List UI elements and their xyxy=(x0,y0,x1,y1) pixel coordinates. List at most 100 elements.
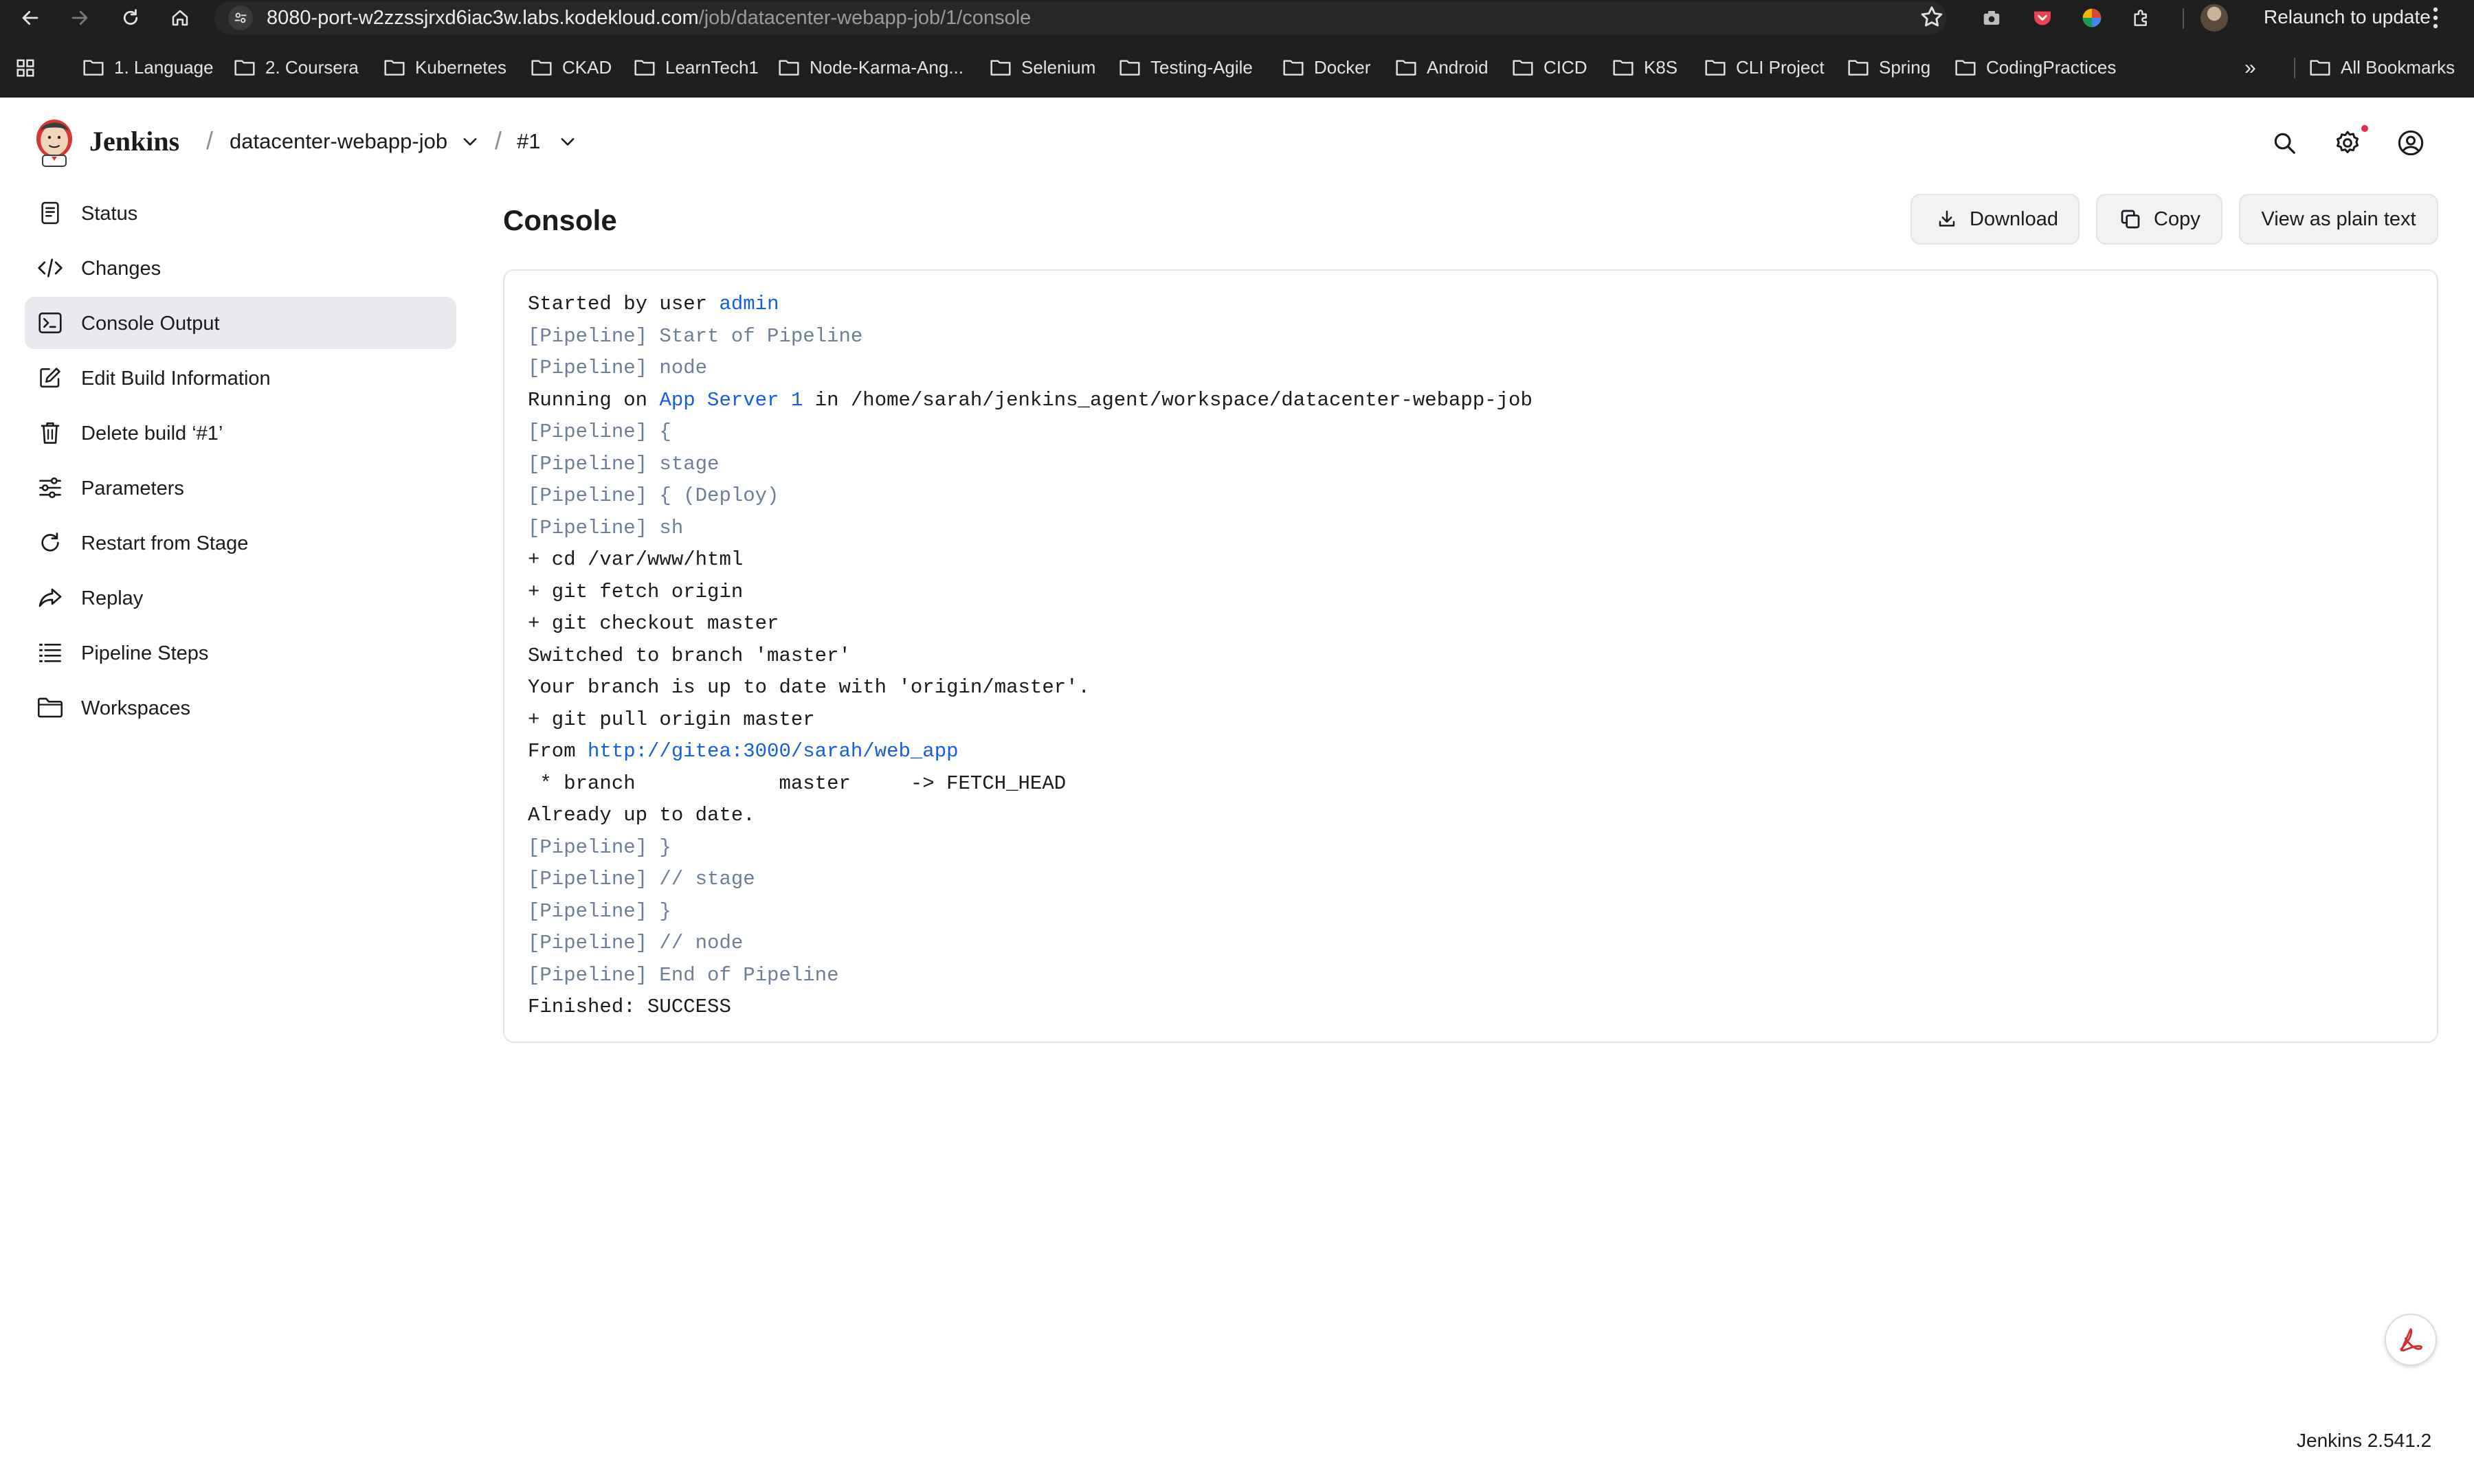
forward-icon[interactable] xyxy=(66,4,93,32)
page-title: Console xyxy=(503,204,617,236)
download-label: Download xyxy=(1970,207,2058,230)
sidebar-item-edit-build-information[interactable]: Edit Build Information xyxy=(25,352,456,404)
console-text: * branch master -> FETCH_HEAD xyxy=(528,772,1067,795)
camera-extension-icon[interactable] xyxy=(1979,5,2004,30)
bookmark-star-icon[interactable] xyxy=(1919,4,1945,30)
console-line: [Pipeline] { (Deploy) xyxy=(528,480,1533,513)
console-pipeline-text: [Pipeline] } xyxy=(528,835,671,859)
url-path: /job/datacenter-webapp-job/1/console xyxy=(698,7,1032,29)
copy-button[interactable]: Copy xyxy=(2096,194,2222,245)
sidebar-item-changes[interactable]: Changes xyxy=(25,242,456,294)
url-text: 8080-port-w2zzssjrxd6iac3w.labs.kodeklou… xyxy=(267,7,1031,29)
bookmark-label: CLI Project xyxy=(1736,56,1825,78)
all-bookmarks-label: All Bookmarks xyxy=(2341,56,2455,78)
sidebar-item-status[interactable]: Status xyxy=(25,187,456,239)
console-line: + git pull origin master xyxy=(528,704,1533,737)
folder-icon xyxy=(384,60,405,76)
search-icon[interactable] xyxy=(2269,128,2299,158)
more-bookmarks-icon[interactable]: » xyxy=(2244,56,2256,80)
breadcrumb-job[interactable]: datacenter-webapp-job xyxy=(230,129,447,154)
console-output: Started by user admin [Pipeline] Start o… xyxy=(503,269,2438,1043)
console-pipeline-text: [Pipeline] End of Pipeline xyxy=(528,963,839,987)
download-button[interactable]: Download xyxy=(1910,194,2080,245)
apps-grid-icon[interactable] xyxy=(15,58,36,78)
view-plain-text-button[interactable]: View as plain text xyxy=(2239,194,2438,245)
console-log: Started by user admin [Pipeline] Start o… xyxy=(528,289,1533,1024)
bookmark-label: Selenium xyxy=(1021,56,1096,78)
bookmark-item[interactable]: Android xyxy=(1395,54,1489,81)
relaunch-button[interactable]: Relaunch to update xyxy=(2264,5,2431,29)
chevron-down-icon[interactable] xyxy=(460,135,480,150)
jenkins-brand[interactable]: Jenkins xyxy=(89,125,179,158)
color-extension-icon[interactable] xyxy=(2080,5,2104,30)
profile-avatar[interactable] xyxy=(2200,4,2228,32)
console-repo-link[interactable]: http://gitea:3000/sarah/web_app xyxy=(588,740,959,763)
sidebar-item-delete-build[interactable]: Delete build ‘#1’ xyxy=(25,407,456,459)
sidebar-item-restart-from-stage[interactable]: Restart from Stage xyxy=(25,517,456,569)
chevron-down-icon[interactable] xyxy=(558,135,577,150)
bookmark-item[interactable]: Testing-Agile xyxy=(1119,54,1253,81)
sidebar-item-label: Status xyxy=(81,203,138,225)
pdf-extension-icon[interactable] xyxy=(2385,1314,2437,1366)
bookmark-item[interactable]: Docker xyxy=(1282,54,1370,81)
bookmark-item[interactable]: Node-Karma-Ang... xyxy=(778,54,963,81)
bookmark-item[interactable]: CICD xyxy=(1512,54,1587,81)
console-pipeline-text: [Pipeline] stage xyxy=(528,452,720,475)
console-line: [Pipeline] } xyxy=(528,832,1533,864)
console-line: [Pipeline] // stage xyxy=(528,864,1533,896)
bookmark-item[interactable]: 1. Language xyxy=(82,54,214,81)
bookmark-item[interactable]: Selenium xyxy=(990,54,1095,81)
bookmark-label: Testing-Agile xyxy=(1150,56,1253,78)
view-plain-text-label: View as plain text xyxy=(2261,207,2416,230)
sidebar-item-console-output[interactable]: Console Output xyxy=(25,297,456,349)
pocket-extension-icon[interactable] xyxy=(2030,5,2055,30)
copy-icon xyxy=(2121,210,2140,229)
user-account-icon[interactable] xyxy=(2396,128,2426,158)
home-icon[interactable] xyxy=(166,4,194,32)
sidebar-item-replay[interactable]: Replay xyxy=(25,572,456,624)
restart-icon xyxy=(37,530,63,556)
extensions-puzzle-icon[interactable] xyxy=(2129,5,2154,30)
reload-icon[interactable] xyxy=(117,4,144,32)
bookmark-label: LearnTech1 xyxy=(665,56,759,78)
console-line: [Pipeline] // node xyxy=(528,928,1533,960)
console-pipeline-text: [Pipeline] Start of Pipeline xyxy=(528,324,863,348)
bookmarks-divider xyxy=(2294,58,2295,78)
bookmark-item[interactable]: CLI Project xyxy=(1704,54,1825,81)
jenkins-header: Jenkins / datacenter-webapp-job / #1 xyxy=(0,98,2474,187)
all-bookmarks-button[interactable]: All Bookmarks xyxy=(2309,54,2455,81)
console-user-link[interactable]: admin xyxy=(719,293,779,315)
settings-gear-icon[interactable] xyxy=(2332,128,2363,158)
breadcrumb-build[interactable]: #1 xyxy=(517,129,540,154)
bookmark-item[interactable]: Kubernetes xyxy=(383,54,506,81)
sidebar-item-label: Restart from Stage xyxy=(81,532,249,554)
bookmark-item[interactable]: K8S xyxy=(1612,54,1678,81)
console-line: [Pipeline] Start of Pipeline xyxy=(528,321,1533,353)
console-pipeline-text: [Pipeline] } xyxy=(528,899,671,923)
replay-icon xyxy=(37,585,63,611)
bookmark-item[interactable]: CKAD xyxy=(531,54,612,81)
console-agent-link[interactable]: App Server 1 xyxy=(659,389,803,412)
sidebar-item-parameters[interactable]: Parameters xyxy=(25,462,456,514)
site-settings-icon[interactable] xyxy=(228,5,253,30)
jenkins-version[interactable]: Jenkins 2.541.2 xyxy=(2297,1429,2431,1452)
trash-icon xyxy=(37,420,63,446)
console-line: From http://gitea:3000/sarah/web_app xyxy=(528,736,1533,768)
folder-icon xyxy=(37,695,63,721)
bookmark-item[interactable]: Spring xyxy=(1847,54,1930,81)
browser-menu-icon[interactable] xyxy=(2431,5,2440,30)
jenkins-logo-icon[interactable] xyxy=(33,115,76,168)
folder-icon xyxy=(1283,60,1304,76)
console-text: + git fetch origin xyxy=(528,580,744,603)
console-text: Finished: SUCCESS xyxy=(528,996,731,1018)
bookmark-item[interactable]: 2. Coursera xyxy=(234,54,359,81)
bookmark-label: CICD xyxy=(1544,56,1587,78)
bookmark-item[interactable]: CodingPractices xyxy=(1954,54,2116,81)
folder-icon xyxy=(634,60,655,76)
bookmark-item[interactable]: LearnTech1 xyxy=(634,54,759,81)
back-icon[interactable] xyxy=(16,4,44,32)
address-bar[interactable]: 8080-port-w2zzssjrxd6iac3w.labs.kodeklou… xyxy=(214,1,1946,34)
sidebar-item-workspaces[interactable]: Workspaces xyxy=(25,682,456,734)
sidebar-item-pipeline-steps[interactable]: Pipeline Steps xyxy=(25,627,456,679)
console-text: + cd /var/www/html xyxy=(528,548,744,571)
